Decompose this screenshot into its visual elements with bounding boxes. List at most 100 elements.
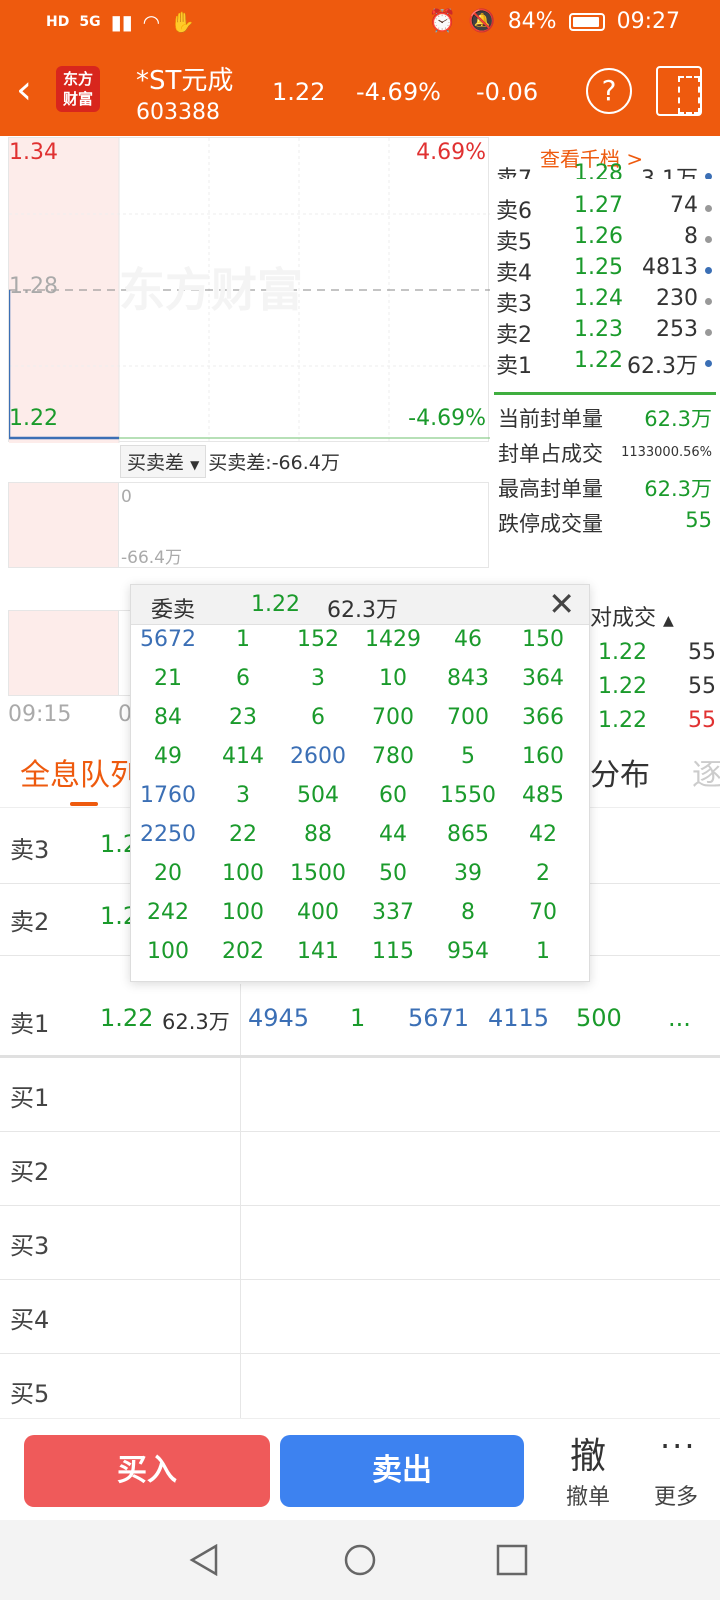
nav-back-icon[interactable] <box>188 1544 220 1576</box>
sub-zero-label: 0 <box>121 487 132 507</box>
queue-row-label: 卖3 <box>10 836 50 864</box>
battery-icon <box>568 12 605 31</box>
close-icon[interactable]: ✕ <box>548 587 575 621</box>
trade-price: 1.22 <box>598 708 647 733</box>
queue-row-label: 买1 <box>10 1084 50 1112</box>
more-label[interactable]: 更多 <box>654 1479 698 1511</box>
status-bar: HD 5G ▮▮ ◠ ✋ ⏰ 🔕 84% 09:27 <box>0 0 720 46</box>
cancel-order-icon[interactable]: 撤 <box>570 1427 606 1479</box>
clock: 09:27 <box>616 9 680 34</box>
header-change-pct: -4.69% <box>356 78 441 106</box>
order-cell: 1 <box>536 939 550 964</box>
queue-divider <box>240 1354 241 1427</box>
nav-recents-icon[interactable] <box>496 1544 528 1576</box>
status-dot-icon <box>705 360 712 367</box>
queue-order-cell: 4115 <box>488 1004 550 1032</box>
seal-stat-row: 跌停成交量 55 <box>498 508 716 542</box>
stock-name[interactable]: *ST元成 <box>136 60 233 97</box>
split-screen-icon[interactable] <box>656 66 702 116</box>
diff-value: 买卖差:-66.4万 <box>208 451 340 474</box>
ask-row[interactable]: 卖2 1.23 253 <box>496 317 716 349</box>
buy-button[interactable]: 买入 <box>24 1435 270 1507</box>
sell-order-popup[interactable]: 委卖 1.22 62.3万 ✕ 5672 1 152 1429 46 150 21 6 3 10 8… <box>130 584 590 982</box>
queue-row-label: 买4 <box>10 1306 50 1334</box>
app-logo: 东方 财富 <box>56 66 100 112</box>
seal-stat-row: 封单占成交 1133000.56% <box>498 438 716 472</box>
queue-row[interactable]: 买5 <box>0 1354 720 1428</box>
queue-row[interactable]: 买4 <box>0 1280 720 1354</box>
ask-row[interactable]: 卖4 1.25 4813 <box>496 255 716 287</box>
ask-row[interactable]: 卖7 1.28 3.1万 <box>496 161 716 179</box>
order-cell: 242 <box>147 900 189 925</box>
status-dot-icon <box>705 267 712 274</box>
order-cell: 141 <box>297 939 339 964</box>
help-icon[interactable]: ? <box>586 68 632 114</box>
ask-row[interactable]: 卖1 1.22 62.3万 <box>496 348 716 380</box>
ask-price: 1.25 <box>574 255 623 280</box>
ask-volume: 3.1万 <box>641 161 698 179</box>
order-cell: 42 <box>529 822 557 847</box>
order-cell: 954 <box>447 939 489 964</box>
header-change: -0.06 <box>476 78 539 106</box>
queue-order-cell: ... <box>668 1004 691 1032</box>
diff-bar: 买卖差 ▼ 买卖差:-66.4万 <box>120 444 340 478</box>
order-cell: 2250 <box>140 822 196 847</box>
price-high-label: 1.34 <box>9 140 58 165</box>
seal-stat-label: 跌停成交量 <box>498 512 603 536</box>
order-cell: 60 <box>379 783 407 808</box>
order-cell: 8 <box>461 900 475 925</box>
queue-row[interactable]: 买2 <box>0 1132 720 1206</box>
diff-chart[interactable]: 0 -66.4万 <box>8 482 489 568</box>
ask-volume: 4813 <box>642 255 698 280</box>
pct-low-label: -4.69% <box>408 406 486 431</box>
price-mid-label: 1.28 <box>9 274 58 299</box>
more-icon[interactable]: ··· <box>660 1427 697 1465</box>
tab-distribution[interactable]: 分布 <box>590 750 650 794</box>
order-cell: 21 <box>154 666 182 691</box>
price-chart[interactable]: 东方财富 1.34 4.69% 1.28 1.22 -4.69% <box>8 137 490 443</box>
order-cell: 865 <box>447 822 489 847</box>
queue-divider <box>240 1280 241 1353</box>
sell-button[interactable]: 卖出 <box>280 1435 524 1507</box>
tab-partial[interactable]: 逐 <box>692 750 720 794</box>
ask-label: 卖5 <box>496 230 532 255</box>
ask-row[interactable]: 卖6 1.27 74 <box>496 193 716 225</box>
ask-label: 卖6 <box>496 199 532 224</box>
order-cell: 364 <box>522 666 564 691</box>
queue-row[interactable]: 卖1 1.22 62.3万 4945 1 5671 4115 500... <box>0 984 720 1058</box>
battery-percent: 84% <box>507 9 557 34</box>
order-cell: 1429 <box>365 627 421 652</box>
seal-stat-value: 62.3万 <box>644 407 712 431</box>
indicator-select[interactable]: 买卖差 ▼ <box>120 444 207 478</box>
queue-row[interactable]: 买3 <box>0 1206 720 1280</box>
stock-header: ‹ 东方 财富 *ST元成 603388 1.22 -4.69% -0.06 ? <box>0 46 720 136</box>
ask-volume: 62.3万 <box>627 354 698 379</box>
popup-volume: 62.3万 <box>327 598 398 623</box>
queue-row-label: 卖1 <box>10 1010 50 1038</box>
ask-volume: 74 <box>670 193 698 218</box>
order-cell: 160 <box>522 744 564 769</box>
order-cell: 1 <box>236 627 250 652</box>
ask-volume: 230 <box>656 286 698 311</box>
order-cell: 44 <box>379 822 407 847</box>
queue-row-label: 买3 <box>10 1232 50 1260</box>
order-cell: 1500 <box>290 861 346 886</box>
network-icon: 5G <box>79 14 101 30</box>
seal-stat-row: 当前封单量 62.3万 <box>498 403 716 437</box>
order-cell: 700 <box>372 705 414 730</box>
sort-up-icon[interactable]: ▲ <box>663 613 674 629</box>
tab-full-queue[interactable]: 全息队列 <box>20 750 140 794</box>
trade-row: 1.22 55 <box>598 674 720 706</box>
queue-row[interactable]: 买1 <box>0 1058 720 1132</box>
trade-volume: 55 <box>688 708 716 733</box>
ask-row[interactable]: 卖5 1.26 8 <box>496 224 716 256</box>
auction-shade <box>9 483 119 567</box>
back-icon[interactable]: ‹ <box>16 70 32 110</box>
order-cell: 22 <box>229 822 257 847</box>
nav-home-icon[interactable] <box>344 1544 376 1576</box>
ask-row[interactable]: 卖3 1.24 230 <box>496 286 716 318</box>
cancel-order-label[interactable]: 撤单 <box>566 1479 610 1511</box>
trade-volume: 55 <box>688 674 716 699</box>
queue-order-cell: 500 <box>576 1004 622 1032</box>
ask-price: 1.24 <box>574 286 623 311</box>
